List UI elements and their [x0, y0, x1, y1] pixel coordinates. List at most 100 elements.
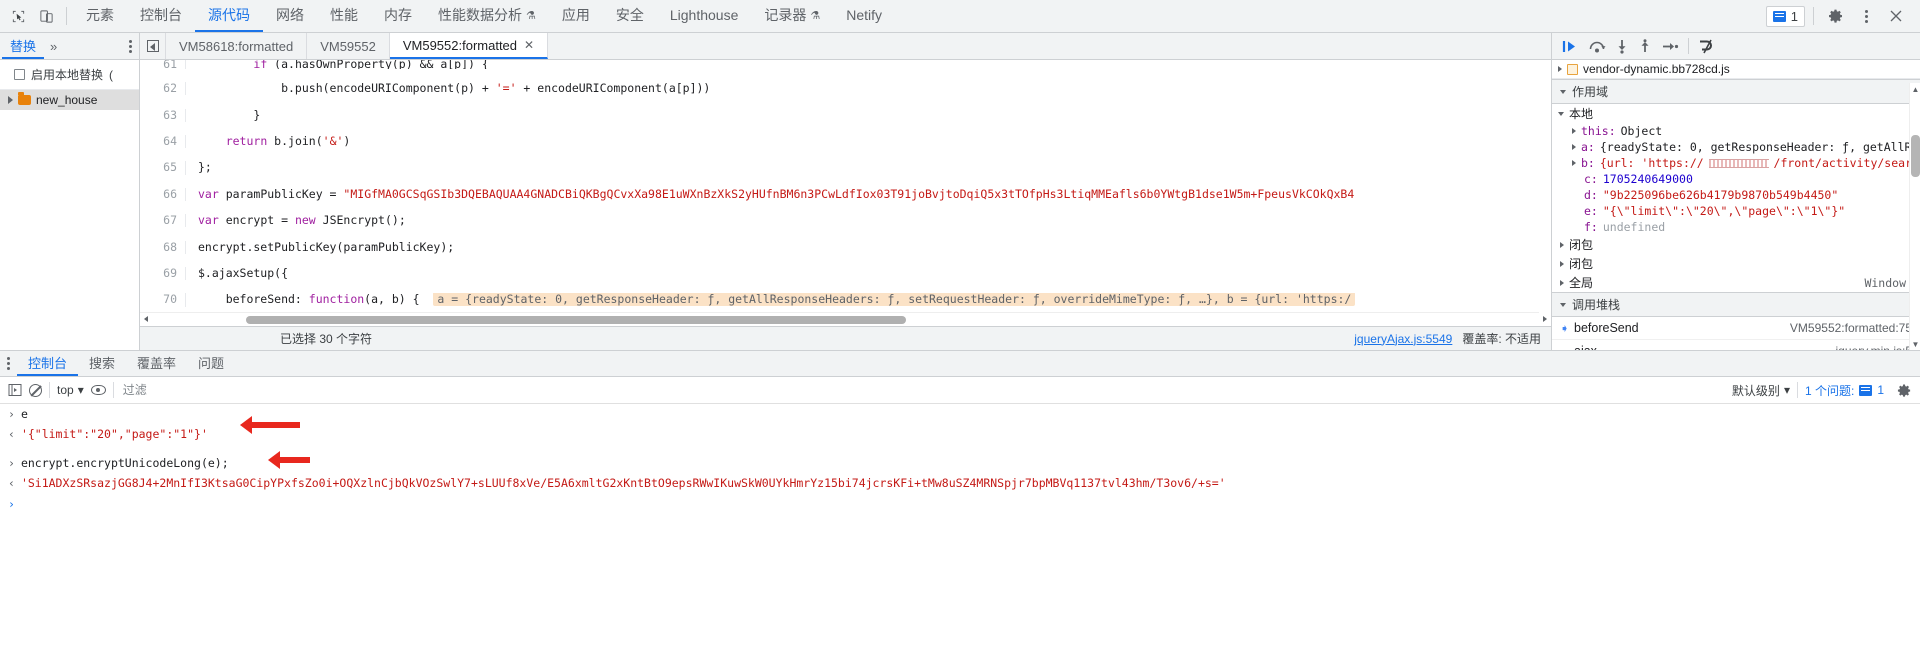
- editor-vertical-scrollbar[interactable]: [1539, 60, 1551, 326]
- callstack-row-ajax[interactable]: ajax jquery.min.js:5: [1552, 340, 1920, 350]
- editor-tab-vm59552[interactable]: VM59552: [307, 33, 390, 59]
- chevron-right-icon[interactable]: [8, 96, 13, 104]
- tab-network[interactable]: 网络: [263, 0, 317, 32]
- tab-security[interactable]: 安全: [603, 0, 657, 32]
- chevron-right-icon[interactable]: [1572, 128, 1576, 134]
- chevron-right-icon[interactable]: [1558, 66, 1562, 72]
- drawer-tab-console[interactable]: 控制台: [17, 351, 79, 376]
- clear-console-icon[interactable]: [29, 383, 42, 397]
- chevron-right-icon: ›: [8, 407, 15, 421]
- more-vertical-icon[interactable]: [1852, 3, 1880, 29]
- scrollbar-thumb[interactable]: [246, 316, 906, 324]
- tab-label: 控制台: [28, 356, 68, 371]
- line-number: 67: [140, 213, 186, 228]
- inspect-cursor-icon[interactable]: [4, 3, 32, 29]
- scrollbar-thumb[interactable]: [1911, 135, 1920, 177]
- live-expression-icon[interactable]: [90, 385, 106, 395]
- scope-section-header[interactable]: 作用域: [1552, 79, 1920, 104]
- step-out-icon[interactable]: [1638, 38, 1652, 54]
- scroll-up-arrow-icon[interactable]: ▲: [1910, 83, 1920, 95]
- scope-group-global[interactable]: 全局 Window: [1552, 273, 1920, 292]
- scope-item-b[interactable]: b: {url: 'https:// /front/activity/sear: [1552, 155, 1920, 171]
- code-editor[interactable]: 61 if (a.hasOwnProperty(p) && a[p]) { 62…: [140, 60, 1551, 326]
- console-output-message[interactable]: ‹ 'Si1ADXzSRsazjGG8J4+2MnIfI3KtsaG0CipYP…: [0, 473, 1920, 493]
- editor-horizontal-scrollbar[interactable]: [140, 312, 1539, 326]
- drawer-tab-issues[interactable]: 问题: [187, 351, 235, 376]
- drawer-menu-button[interactable]: [0, 357, 17, 370]
- scope-item-f[interactable]: f: undefined: [1552, 219, 1920, 235]
- tab-sources[interactable]: 源代码: [195, 0, 263, 32]
- console-issues-link[interactable]: 1 个问题: 1: [1805, 382, 1884, 399]
- close-icon[interactable]: ✕: [524, 38, 534, 52]
- scope-item-e[interactable]: e: "{\"limit\":\"20\",\"page\":\"1\"}": [1552, 203, 1920, 219]
- console-prompt[interactable]: ›: [0, 493, 1920, 515]
- overrides-folder-item[interactable]: new_house: [0, 90, 139, 110]
- callstack-location: jquery.min.js:5: [1836, 344, 1912, 350]
- console-settings-gear-icon[interactable]: [1897, 383, 1912, 398]
- tab-performance[interactable]: 性能: [317, 0, 371, 32]
- chevron-right-icon[interactable]: [1560, 241, 1564, 248]
- scope-group-local[interactable]: 本地: [1552, 104, 1920, 123]
- drawer-tab-coverage[interactable]: 覆盖率: [126, 351, 187, 376]
- scroll-left-arrow-icon[interactable]: [140, 312, 152, 326]
- drawer-tab-search[interactable]: 搜索: [78, 351, 126, 376]
- scope-item-name: d:: [1584, 188, 1598, 202]
- console-level-selector[interactable]: 默认级别 ▾: [1732, 382, 1790, 399]
- console-input-message[interactable]: › encrypt.encryptUnicodeLong(e);: [0, 451, 1920, 473]
- console-filter-input[interactable]: [120, 382, 1725, 398]
- console-output-message[interactable]: ‹ '{"limit":"20","page":"1"}': [0, 416, 1920, 444]
- console-message-text: e: [20, 407, 28, 421]
- scope-item-a[interactable]: a: {readyState: 0, getResponseHeader: ƒ,…: [1552, 139, 1920, 155]
- editor-tab-vm58618[interactable]: VM58618:formatted: [166, 33, 308, 59]
- step-into-icon[interactable]: [1615, 39, 1629, 54]
- gear-icon[interactable]: [1822, 3, 1850, 29]
- callstack-section-header[interactable]: 调用堆栈: [1552, 292, 1920, 317]
- navigator-menu-button[interactable]: [122, 39, 139, 53]
- tab-lighthouse[interactable]: Lighthouse: [657, 0, 752, 32]
- scope-item-c[interactable]: c: 1705240649000: [1552, 171, 1920, 187]
- tab-netify[interactable]: Netify: [833, 0, 895, 32]
- console-input-message[interactable]: › e: [0, 404, 1920, 424]
- editor-tab-vm59552-formatted[interactable]: VM59552:formatted ✕: [389, 33, 549, 59]
- step-over-icon[interactable]: [1588, 39, 1606, 54]
- enable-overrides-checkbox[interactable]: [14, 69, 25, 80]
- chevron-right-icon[interactable]: [1572, 160, 1576, 166]
- tab-performance-insights[interactable]: 性能数据分析 ⚗: [425, 0, 549, 32]
- scope-group-closure-1[interactable]: 闭包: [1552, 235, 1920, 254]
- callstack-row-beforesend[interactable]: ➧ beforeSend VM59552:formatted:75: [1552, 317, 1920, 340]
- inline-value-hint: a = {readyState: 0, getResponseHeader: ƒ…: [433, 293, 1356, 307]
- issues-count: 1: [1877, 383, 1884, 397]
- resume-script-icon[interactable]: [1562, 39, 1579, 54]
- tab-application[interactable]: 应用: [549, 0, 603, 32]
- tab-memory[interactable]: 内存: [371, 0, 425, 32]
- scope-item-this[interactable]: this: Object: [1552, 123, 1920, 139]
- line-content: b.push(encodeURIComponent(p) + '=' + enc…: [198, 82, 711, 96]
- console-message-list[interactable]: › e ‹ '{"limit":"20","page":"1"}' › encr…: [0, 404, 1920, 656]
- navigator-tab-overrides[interactable]: 替换: [2, 33, 45, 59]
- navigator-more-tabs-button[interactable]: »: [44, 39, 63, 54]
- scope-item-d[interactable]: d: "9b225096be626b4179b9870b549b4450": [1552, 187, 1920, 203]
- chevron-right-icon[interactable]: [1572, 144, 1576, 150]
- device-toggle-icon[interactable]: [32, 3, 60, 29]
- chevron-right-icon[interactable]: [1560, 279, 1564, 286]
- enable-local-overrides-row[interactable]: 启用本地替换 (: [0, 60, 139, 90]
- source-mapping-link[interactable]: jqueryAjax.js:5549: [1354, 332, 1452, 346]
- drawer-tabbar: 控制台 搜索 覆盖率 问题: [0, 351, 1920, 377]
- chevron-right-icon[interactable]: [1560, 260, 1564, 267]
- breakpoint-file-row[interactable]: vendor-dynamic.bb728cd.js: [1552, 60, 1920, 79]
- scroll-down-arrow-icon[interactable]: ▼: [1910, 338, 1920, 350]
- tab-label: 源代码: [208, 7, 250, 23]
- scope-group-closure-2[interactable]: 闭包: [1552, 254, 1920, 273]
- tab-elements[interactable]: 元素: [73, 0, 127, 32]
- scroll-right-arrow-icon[interactable]: [1539, 312, 1551, 326]
- tab-recorder[interactable]: 记录器 ⚗: [751, 0, 833, 32]
- execution-context-selector[interactable]: top ▾: [57, 383, 84, 397]
- deactivate-breakpoints-icon[interactable]: [1698, 39, 1716, 54]
- issues-counter-button[interactable]: 1: [1765, 5, 1805, 27]
- debugger-vertical-scrollbar[interactable]: ▲ ▼: [1909, 83, 1920, 350]
- collapse-sidebar-icon[interactable]: [140, 33, 166, 59]
- step-icon[interactable]: [1661, 39, 1679, 54]
- tab-console[interactable]: 控制台: [127, 0, 195, 32]
- close-icon[interactable]: [1882, 3, 1910, 29]
- console-sidebar-icon[interactable]: [8, 383, 22, 397]
